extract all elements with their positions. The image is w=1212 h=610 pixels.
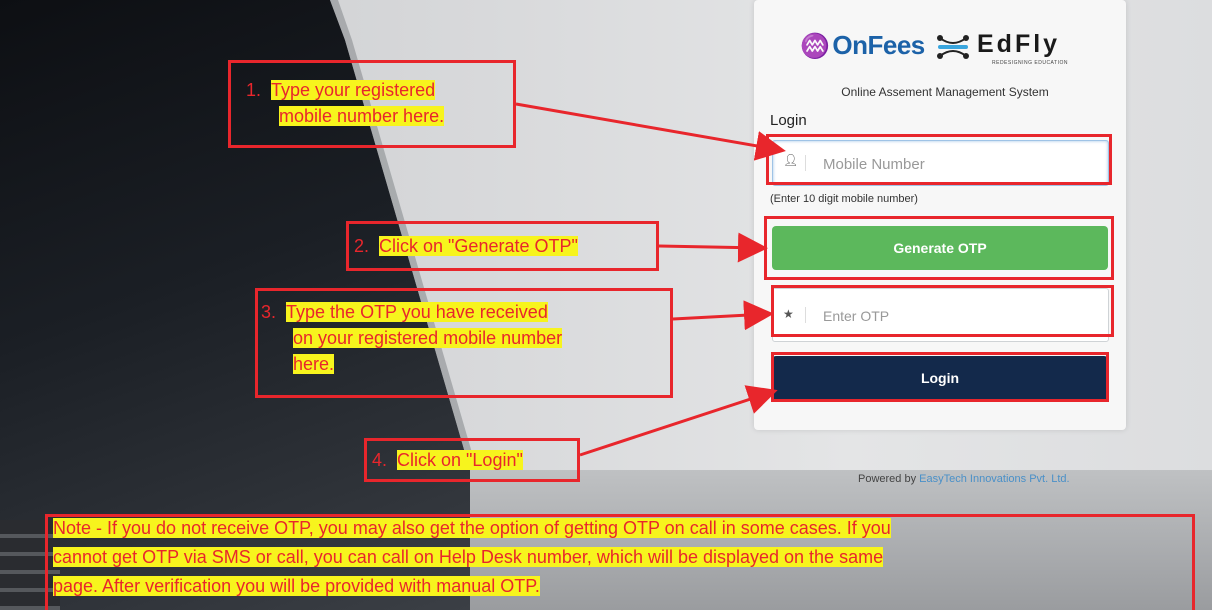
edfly-logo-icon [937, 35, 969, 59]
step1-line1: Type your registered [271, 80, 436, 100]
annotation-box-login [771, 352, 1109, 402]
onfees-logo: ♒ OnFees [800, 30, 925, 61]
step1-number: 1. [246, 80, 262, 100]
step4-number: 4. [372, 450, 388, 470]
edfly-tagline: REDESIGNING EDUCATION [992, 60, 1068, 66]
note-callout: Note - If you do not receive OTP, you ma… [53, 514, 1193, 601]
step3-line1: Type the OTP you have received [286, 302, 548, 322]
step4-text: Click on "Login" [397, 450, 523, 470]
note-line1: Note - If you do not receive OTP, you ma… [53, 518, 891, 538]
step3-number: 3. [261, 302, 277, 322]
onfees-logo-text: OnFees [832, 30, 925, 60]
arrow-step2 [658, 232, 768, 263]
step2-callout: 2. Click on "Generate OTP" [354, 233, 578, 259]
edfly-logo-text: EdFly [977, 30, 1061, 58]
arrow-step1 [515, 102, 786, 161]
brand-logos: ♒ OnFees EdFly REDESIGNING EDUCATION [800, 30, 1100, 70]
note-line3: page. After verification you will be pro… [53, 576, 540, 596]
system-title: Online Assement Management System [841, 85, 1049, 99]
annotation-box-otp [771, 285, 1114, 337]
annotation-box-generate [764, 216, 1114, 280]
step3-callout: 3. Type the OTP you have received on your… [261, 299, 563, 377]
onfees-swirl-icon: ♒ [800, 33, 830, 60]
annotation-box-mobile [766, 134, 1112, 185]
step2-number: 2. [354, 236, 370, 256]
step1-callout: 1. Type your registered mobile number her… [246, 77, 445, 129]
step1-line2: mobile number here. [279, 106, 445, 126]
step4-callout: 4. Click on "Login" [372, 447, 523, 473]
login-heading: Login [770, 112, 807, 129]
powered-prefix: Powered by [858, 473, 917, 485]
arrow-step4 [579, 385, 778, 457]
mobile-hint: (Enter 10 digit mobile number) [770, 193, 918, 205]
step2-text: Click on "Generate OTP" [379, 236, 578, 256]
powered-by: Powered by EasyTech Innovations Pvt. Ltd… [858, 473, 1070, 485]
step3-line3: here. [293, 354, 335, 374]
note-line2: cannot get OTP via SMS or call, you can … [53, 547, 884, 567]
step3-line2: on your registered mobile number [293, 328, 563, 348]
powered-company-link[interactable]: EasyTech Innovations Pvt. Ltd. [919, 473, 1069, 485]
